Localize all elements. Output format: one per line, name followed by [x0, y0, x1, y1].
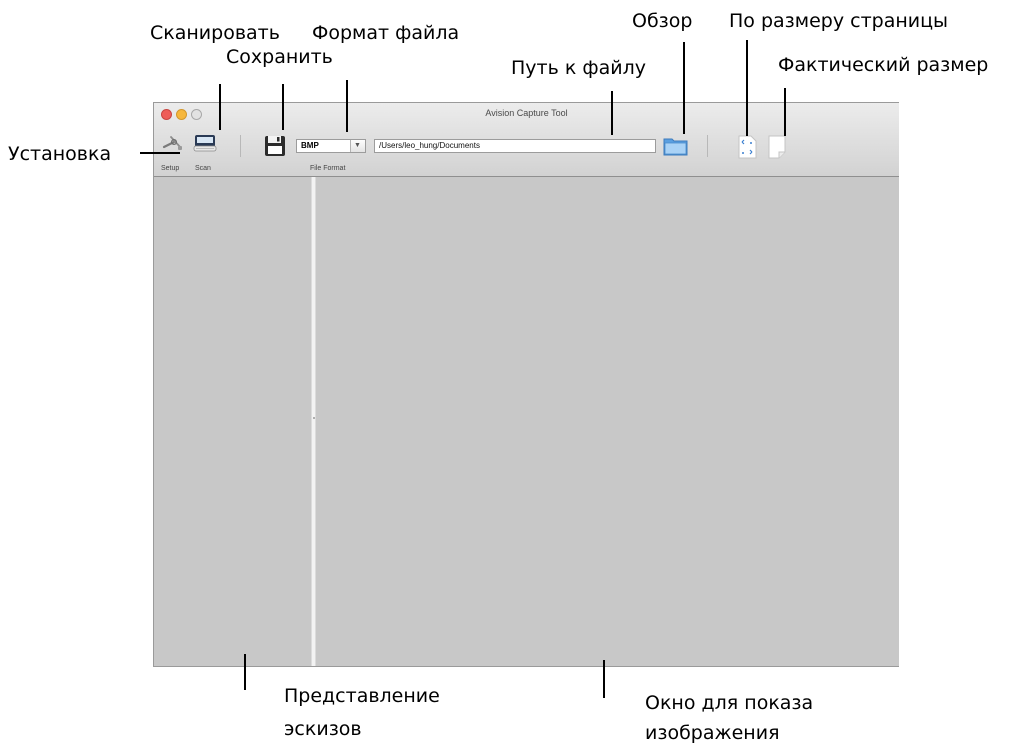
callout-scan: Сканировать [150, 22, 280, 44]
file-format-label: File Format [310, 165, 346, 172]
leader-file-format [346, 80, 348, 132]
callout-fit-page: По размеру страницы [729, 10, 949, 32]
floppy-disk-icon [265, 136, 285, 156]
scan-button[interactable] [193, 132, 217, 154]
window-title: Avision Capture Tool [485, 108, 568, 118]
actual-size-button[interactable] [767, 135, 787, 159]
browse-button[interactable] [663, 136, 689, 156]
leader-image-window [603, 660, 605, 698]
callout-file-format: Формат файла [312, 22, 460, 44]
callout-image-window-line1: Окно для показа [645, 692, 814, 714]
callout-actual-size: Фактический размер [778, 54, 989, 76]
setup-label: Setup [161, 165, 180, 172]
leader-browse [683, 42, 685, 134]
splitter-grip[interactable] [313, 417, 315, 419]
fit-page-icon [738, 135, 757, 159]
leader-scan [219, 84, 221, 130]
leader-file-path [611, 91, 613, 135]
leader-fit-page [746, 40, 748, 136]
scan-label: Scan [195, 165, 211, 172]
actual-size-page-icon [768, 135, 786, 159]
file-path-field[interactable]: /Users/leo_hung/Documents [374, 139, 656, 153]
image-display-window[interactable] [316, 177, 899, 666]
leader-setup [140, 152, 180, 154]
fit-page-button[interactable] [737, 135, 757, 159]
folder-icon [663, 138, 688, 156]
callout-setup: Установка [8, 143, 112, 165]
callout-browse: Обзор [632, 10, 693, 32]
leader-thumbnail-view [244, 654, 246, 690]
file-format-dropdown-arrow[interactable]: ▼ [350, 140, 365, 152]
file-format-select[interactable]: BMP ▼ [296, 139, 366, 153]
callout-thumbnail-view-line1: Представление [284, 685, 440, 707]
callout-image-window-line2: изображения [645, 722, 780, 744]
save-button[interactable] [264, 135, 286, 157]
tools-icon [162, 136, 182, 150]
callout-file-path: Путь к файлу [511, 57, 646, 79]
leader-actual-size [784, 88, 786, 136]
app-window: Avision Capture Tool Setup Scan BMP ▼ Fi… [153, 102, 899, 667]
chevron-down-icon: ▼ [354, 142, 361, 149]
leader-save [282, 84, 284, 130]
unified-toolbar: Avision Capture Tool Setup Scan BMP ▼ Fi… [154, 103, 899, 177]
setup-button[interactable] [162, 133, 184, 153]
callout-save: Сохранить [226, 46, 333, 68]
file-format-value: BMP [301, 141, 319, 150]
scanner-icon [193, 135, 217, 152]
thumbnail-view[interactable] [154, 177, 311, 666]
toolbar-separator [707, 135, 708, 157]
toolbar-separator [240, 135, 241, 157]
callout-thumbnail-view-line2: эскизов [284, 718, 362, 740]
